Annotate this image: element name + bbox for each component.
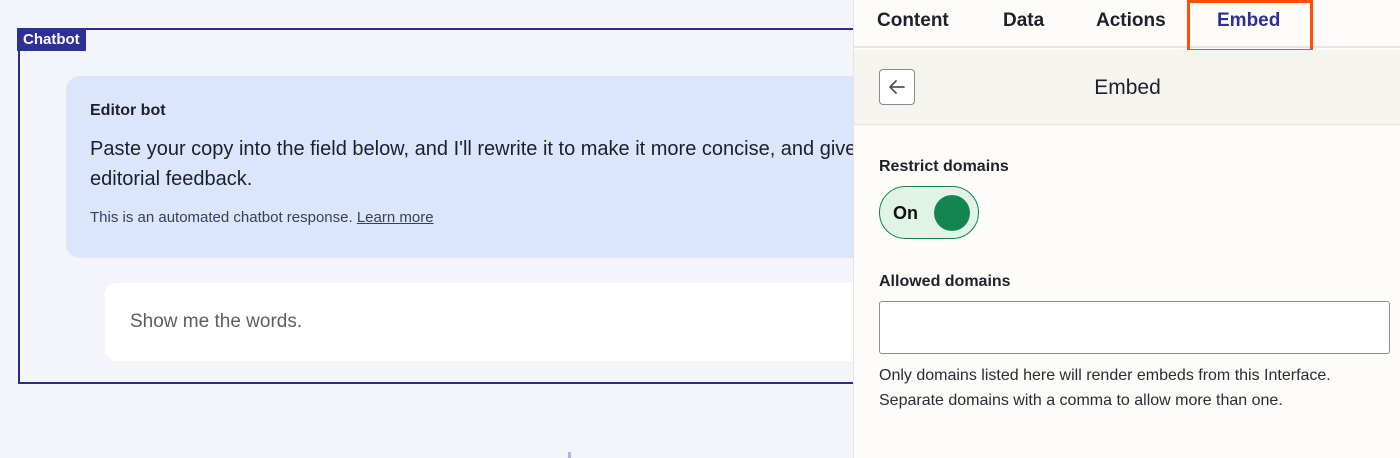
bot-name: Editor bot [90, 102, 166, 119]
resize-handle[interactable] [568, 452, 571, 458]
allowed-domains-help: Only domains listed here will render emb… [879, 367, 1331, 409]
toggle-state-label: On [893, 203, 918, 223]
tab-data[interactable]: Data [1003, 0, 1044, 48]
user-message-card: Show me the words. [105, 283, 853, 361]
restrict-domains-toggle[interactable]: On [879, 186, 979, 239]
tab-actions[interactable]: Actions [1096, 0, 1166, 48]
tab-bar: Content Data Actions Embed [854, 0, 1400, 52]
tab-content[interactable]: Content [877, 0, 949, 48]
allowed-domains-label: Allowed domains [879, 273, 1011, 290]
restrict-domains-label: Restrict domains [879, 158, 1009, 175]
embed-tab-highlight [1187, 0, 1313, 52]
bot-message-bubble: Editor bot Paste your copy into the fiel… [66, 76, 853, 258]
bot-message-text: Paste your copy into the field below, an… [90, 138, 853, 190]
toggle-knob [934, 195, 970, 231]
panel-subheader: Embed [854, 50, 1400, 125]
allowed-domains-input[interactable] [879, 301, 1390, 354]
user-message-text: Show me the words. [130, 311, 303, 332]
note-text: This is an automated chatbot response. [90, 209, 357, 226]
panel-title: Embed [1094, 76, 1161, 99]
automated-response-note: This is an automated chatbot response. L… [90, 209, 434, 226]
preview-canvas: Editor bot Paste your copy into the fiel… [0, 0, 853, 458]
learn-more-link[interactable]: Learn more [357, 209, 434, 226]
settings-panel: Content Data Actions Embed Embed Restric… [853, 0, 1400, 458]
chatbot-tag[interactable]: Chatbot [17, 28, 86, 51]
